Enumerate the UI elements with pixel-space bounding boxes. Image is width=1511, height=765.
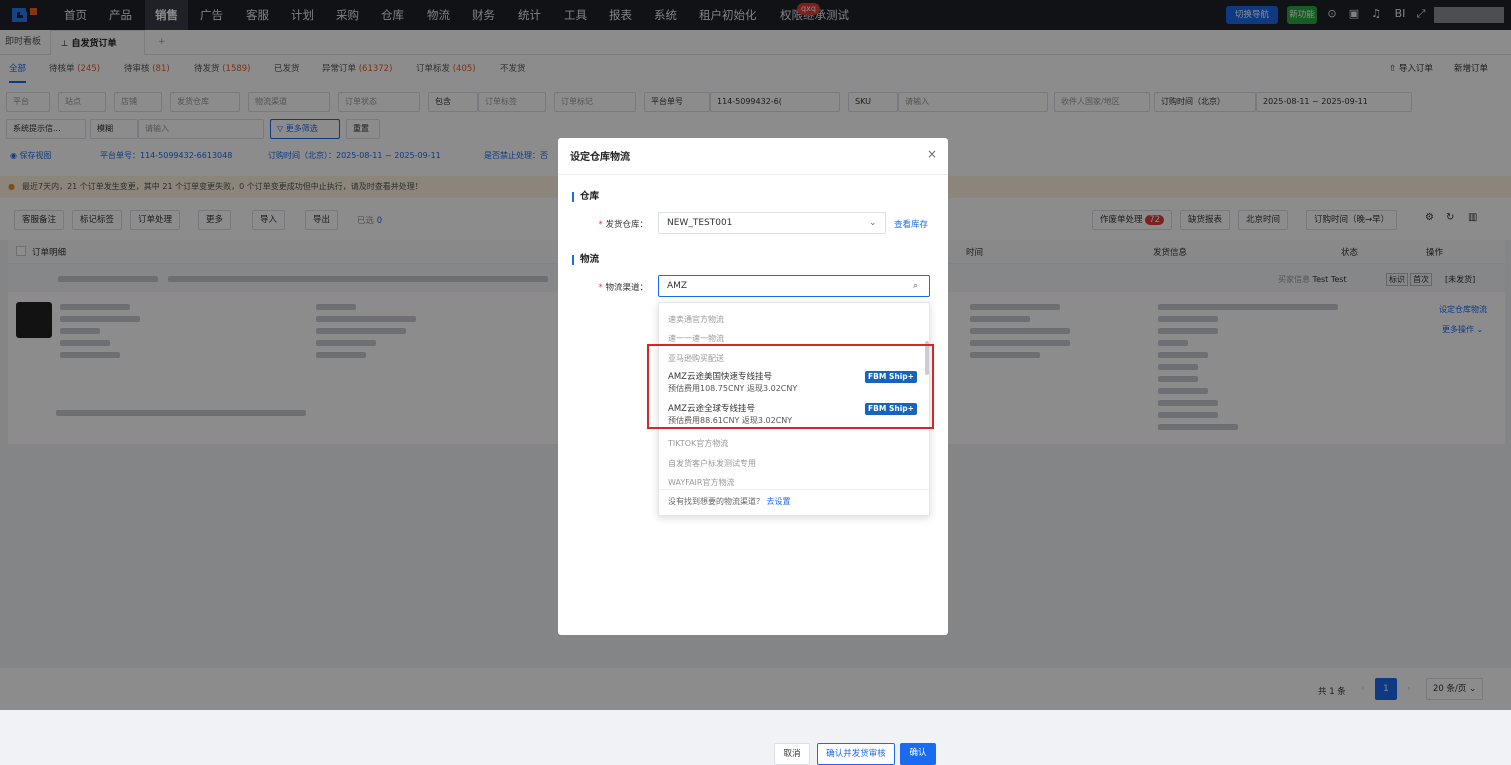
view-stock-link[interactable]: 查看库存 (894, 218, 928, 230)
divider (659, 489, 929, 490)
logistics-section-title: 物流 (572, 255, 599, 265)
highlight-box (647, 344, 934, 429)
confirm-button[interactable]: 确认 (900, 743, 936, 765)
go-settings-link[interactable]: 去设置 (767, 497, 791, 506)
warehouse-section-title: 仓库 (572, 192, 599, 202)
close-icon[interactable]: × (927, 147, 937, 161)
logistics-channel-input[interactable]: AMZ ⌕ (658, 275, 930, 297)
chevron-down-icon: ⌄ (869, 218, 877, 228)
confirm-and-review-button[interactable]: 确认并发货审核 (817, 743, 895, 765)
warehouse-select[interactable]: NEW_TEST001 ⌄ (658, 212, 886, 234)
dropdown-footer: 没有找到想要的物流渠道？ 去设置 (668, 497, 791, 506)
dropdown-group-aliexpress: 速卖通官方物流 (668, 315, 724, 324)
search-icon: ⌕ (913, 281, 919, 291)
channel-label: * 物流渠道： (598, 283, 648, 293)
dialog-title: 设定仓库物流 (570, 152, 630, 163)
divider (558, 174, 948, 175)
dropdown-group-second: 速一一速一物流 (668, 334, 724, 343)
dropdown-group-tiktok: TIKTOK官方物流 (668, 439, 729, 448)
warehouse-label: * 发货仓库： (598, 220, 648, 230)
dropdown-group-wayfair: WAYFAIR官方物流 (668, 478, 735, 487)
cancel-button[interactable]: 取消 (774, 743, 810, 765)
dropdown-group-customer-test: 自发货客户标发测试专用 (668, 459, 756, 468)
